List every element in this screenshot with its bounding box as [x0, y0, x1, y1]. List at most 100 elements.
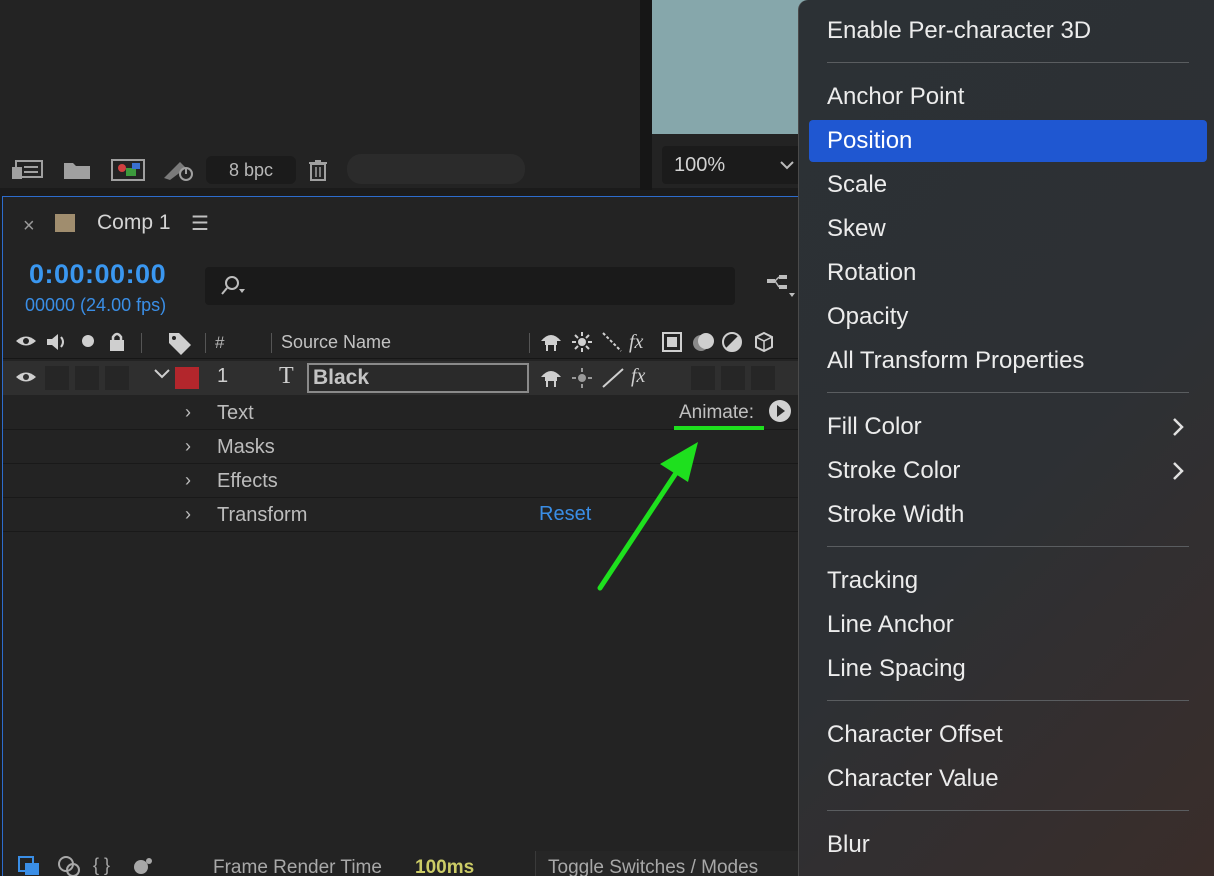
menu-item-fill-color[interactable]: Fill Color [809, 406, 1207, 448]
menu-item-enable-per-character-3d[interactable]: Enable Per-character 3D [809, 10, 1207, 52]
menu-item-character-value[interactable]: Character Value [809, 758, 1207, 800]
menu-item-position[interactable]: Position [809, 120, 1207, 162]
layer-search-input[interactable] [205, 267, 735, 305]
menu-separator [827, 700, 1189, 701]
property-label: Masks [217, 436, 275, 458]
frame-blending-switch[interactable] [691, 366, 715, 390]
folder-icon[interactable] [62, 158, 92, 182]
composition-flowchart-icon[interactable] [765, 273, 797, 304]
layer-number: 1 [217, 365, 229, 387]
menu-item-tracking[interactable]: Tracking [809, 560, 1207, 602]
menu-item-scale[interactable]: Scale [809, 164, 1207, 206]
zoom-value: 100% [674, 153, 726, 176]
adjustment-layer-icon[interactable] [721, 331, 743, 359]
lock-icon[interactable] [107, 331, 127, 359]
panel-divider[interactable] [640, 0, 652, 190]
search-icon [219, 275, 247, 302]
menu-item-opacity[interactable]: Opacity [809, 296, 1207, 338]
shy-icon[interactable] [539, 331, 563, 359]
animate-context-menu: Enable Per-character 3D Anchor Point Pos… [798, 0, 1214, 876]
menu-item-line-anchor[interactable]: Line Anchor [809, 604, 1207, 646]
render-time-toggle-icon[interactable] [57, 855, 81, 876]
menu-item-line-spacing[interactable]: Line Spacing [809, 648, 1207, 690]
collapse-transformations-icon[interactable] [571, 367, 593, 395]
shy-icon[interactable] [539, 367, 563, 395]
bit-depth-button[interactable]: 8 bpc [206, 156, 296, 184]
trash-icon[interactable] [306, 158, 330, 182]
toggle-switches-modes-button[interactable]: Toggle Switches / Modes [535, 851, 815, 876]
label-icon[interactable] [167, 331, 193, 361]
chevron-down-icon [780, 154, 794, 175]
text-layer-icon: T [279, 363, 294, 389]
solo-switch[interactable] [75, 366, 99, 390]
timeline-status-bar: { } Frame Render Time 100ms Toggle Switc… [3, 849, 815, 876]
menu-item-blur[interactable]: Blur [809, 824, 1207, 866]
menu-separator [827, 62, 1189, 63]
tab-comp[interactable]: Comp 1 [97, 211, 171, 235]
eye-icon[interactable] [15, 367, 37, 393]
current-time-display[interactable]: 0:00:00:00 [29, 259, 166, 290]
project-toolbar: 8 bpc [0, 152, 640, 188]
magnification-dropdown[interactable]: 100% [662, 146, 802, 184]
viewer-canvas[interactable] [652, 0, 812, 134]
menu-item-character-offset[interactable]: Character Offset [809, 714, 1207, 756]
lock-switch[interactable] [105, 366, 129, 390]
thumbnail-size-slider[interactable] [347, 154, 525, 184]
column-separator [141, 333, 142, 353]
layer-label-color[interactable] [175, 367, 199, 389]
menu-item-anchor-point[interactable]: Anchor Point [809, 76, 1207, 118]
effects-icon[interactable]: fx [629, 331, 643, 354]
column-separator [271, 333, 272, 353]
animate-play-icon[interactable] [769, 400, 791, 422]
audio-icon[interactable] [45, 331, 69, 359]
menu-item-stroke-width[interactable]: Stroke Width [809, 494, 1207, 536]
quality-icon[interactable] [601, 367, 625, 395]
column-source-name[interactable]: Source Name [281, 332, 391, 353]
chevron-right-icon[interactable]: › [185, 436, 191, 457]
menu-item-all-transform-properties[interactable]: All Transform Properties [809, 340, 1207, 382]
close-icon[interactable]: × [23, 215, 35, 238]
quality-icon[interactable] [601, 331, 623, 359]
annotation-arrow [597, 442, 698, 591]
menu-item-label: Stroke Color [827, 457, 961, 484]
chevron-down-icon[interactable] [153, 365, 171, 386]
frame-render-time-label: Frame Render Time [213, 857, 382, 876]
effects-icon[interactable]: fx [631, 365, 645, 388]
project-panel: 8 bpc [0, 0, 640, 188]
new-composition-icon[interactable] [110, 158, 146, 182]
layer-row[interactable]: 1 T Black fx [3, 361, 813, 395]
chevron-right-icon[interactable]: › [185, 470, 191, 491]
column-number: # [215, 333, 225, 352]
menu-separator [827, 810, 1189, 811]
layer-name-field[interactable]: Black [307, 363, 529, 393]
collapse-transformations-icon[interactable] [571, 331, 593, 359]
column-separator [205, 333, 206, 353]
frame-blending-icon[interactable] [661, 331, 683, 359]
menu-item-skew[interactable]: Skew [809, 208, 1207, 250]
property-row-text[interactable]: › Text Animate: [3, 396, 813, 430]
render-queue-icon[interactable] [160, 158, 196, 182]
animate-label: Animate: [679, 402, 754, 423]
solo-icon[interactable] [79, 331, 97, 357]
3d-layer-icon[interactable] [753, 331, 775, 359]
column-separator [529, 333, 530, 353]
graph-editor-icon[interactable] [131, 855, 155, 876]
audio-switch[interactable] [45, 366, 69, 390]
motion-blur-switch[interactable] [721, 366, 745, 390]
reset-link[interactable]: Reset [539, 503, 591, 526]
eye-icon[interactable] [15, 331, 37, 357]
comp-mini-flowchart-icon[interactable] [17, 855, 41, 876]
menu-item-label: Fill Color [827, 413, 922, 440]
menu-separator [827, 392, 1189, 393]
interpret-footage-icon[interactable] [10, 158, 44, 182]
menu-separator [827, 546, 1189, 547]
3d-layer-switch[interactable] [751, 366, 775, 390]
menu-item-stroke-color[interactable]: Stroke Color [809, 450, 1207, 492]
expressions-icon[interactable]: { } [93, 855, 110, 876]
panel-menu-icon[interactable]: ☰ [191, 211, 209, 236]
chevron-right-icon[interactable]: › [185, 402, 191, 423]
menu-item-rotation[interactable]: Rotation [809, 252, 1207, 294]
chevron-right-icon[interactable]: › [185, 504, 191, 525]
property-label: Transform [217, 504, 308, 526]
motion-blur-icon[interactable] [691, 331, 717, 359]
